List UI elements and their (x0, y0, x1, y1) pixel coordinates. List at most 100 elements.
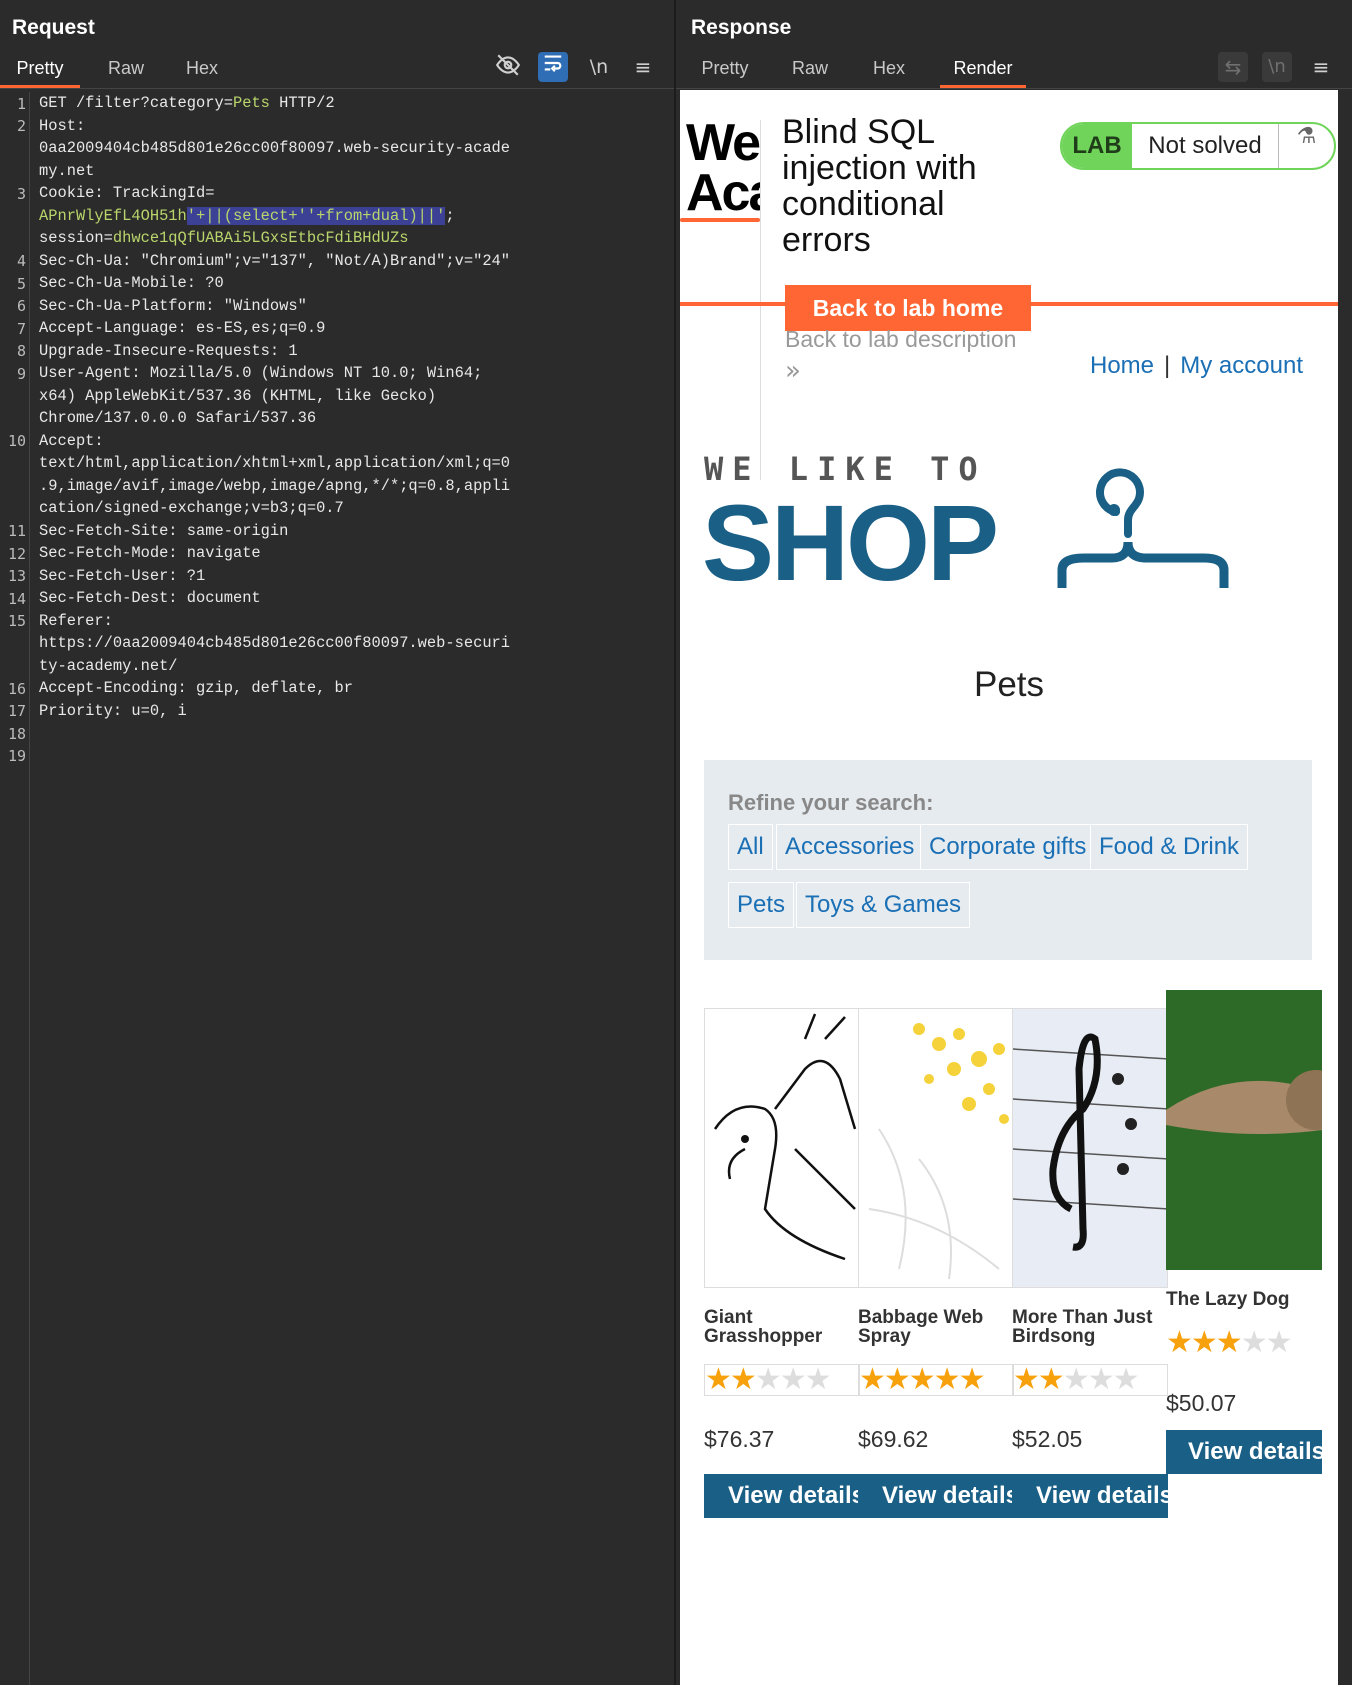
hide-icon[interactable] (493, 52, 523, 82)
lab-status-badge: LAB Not solved ⚗ (1060, 122, 1336, 170)
line-number: 3 (16, 185, 26, 203)
response-divider (676, 88, 1352, 89)
code-line: ty-academy.net/ (39, 656, 178, 675)
tab-raw[interactable]: Raw (84, 52, 168, 88)
tab-hex[interactable]: Hex (864, 52, 914, 88)
view-details-button[interactable]: View details (1012, 1474, 1168, 1518)
nav-separator: | (1164, 352, 1171, 379)
chevron-icon: » (785, 356, 801, 386)
request-divider (0, 88, 674, 89)
code-line: Sec-Fetch-User: ?1 (39, 566, 206, 585)
filter-pets[interactable]: Pets (728, 882, 795, 928)
code-line: Cookie: TrackingId= (39, 184, 215, 202)
line-gutter: 1 2 3 4 5 6 7 8 9 10 11 12 13 14 15 16 1… (0, 92, 30, 1685)
tab-pretty[interactable]: Pretty (0, 52, 80, 88)
code-line: GET /filter?category=Pets HTTP/2 (39, 92, 335, 115)
line-number: 4 (16, 252, 26, 270)
product-name: Giant Grasshopper (704, 1307, 823, 1347)
line-number: 15 (7, 612, 26, 630)
code-line: User-Agent: Mozilla/5.0 (Windows NT 10.0… (39, 364, 483, 382)
rendered-page: WeAca Blind SQL injection with condition… (680, 90, 1338, 1685)
view-details-button[interactable]: View details (704, 1474, 860, 1518)
session-value: dhwce1qQfUABAi5LGxsEtbcFdiBHdUZs (112, 229, 409, 247)
lab-label: LAB (1062, 124, 1132, 168)
nav-my-account-link[interactable]: My account (1180, 352, 1303, 379)
line-number: 10 (7, 432, 26, 450)
shop-word: SHOP (702, 482, 999, 603)
product-price: $50.07 (1166, 1390, 1237, 1416)
newline-icon[interactable]: \n (1262, 52, 1292, 82)
product-price: $52.05 (1012, 1426, 1083, 1452)
product-price: $76.37 (704, 1426, 775, 1452)
filter-all[interactable]: All (728, 824, 773, 870)
newline-icon[interactable]: \n (584, 52, 614, 82)
code-line: Referer: (39, 611, 113, 630)
product-price: $69.62 (858, 1426, 929, 1452)
cookie-separator: ; (445, 206, 455, 225)
request-editor[interactable]: 1 2 3 4 5 6 7 8 9 10 11 12 13 14 15 16 1… (0, 92, 674, 1685)
code-line: Sec-Ch-Ua-Platform: "Windows" (39, 296, 307, 315)
sql-injection-payload[interactable]: '+||(select+''+from+dual)||' (186, 206, 446, 225)
wrap-icon[interactable]: ⇆ (1218, 52, 1248, 82)
tab-hex[interactable]: Hex (172, 52, 232, 88)
back-to-lab-home-button[interactable]: Back to lab home (785, 285, 1031, 331)
menu-icon[interactable]: ≡ (1306, 52, 1336, 82)
product-name: Babbage Web Spray (858, 1307, 984, 1347)
refine-search-panel: Refine your search: All Accessories Corp… (704, 760, 1312, 960)
product-image (1166, 990, 1322, 1270)
academy-logo-underline (680, 218, 760, 222)
filter-corporate-gifts[interactable]: Corporate gifts (920, 824, 1096, 870)
code-line: text/html,application/xhtml+xml,applicat… (39, 454, 511, 472)
code-line: Chrome/137.0.0.0 Safari/537.36 (39, 409, 317, 427)
filter-toys-games[interactable]: Toys & Games (796, 882, 971, 928)
product-rating: ★★★★★ (858, 1364, 1014, 1396)
product-name: More Than Just Birdsong (1012, 1307, 1153, 1347)
tab-raw[interactable]: Raw (780, 52, 840, 88)
lab-status: Not solved (1148, 132, 1262, 159)
request-line-protocol: HTTP/2 (269, 94, 335, 112)
product-rating: ★★★★★ (1166, 1328, 1292, 1360)
view-details-button[interactable]: View details (858, 1474, 1014, 1518)
code-line: Accept: (39, 431, 104, 450)
code-line: Upgrade-Insecure-Requests: 1 (39, 341, 298, 360)
response-panel: Response Pretty Raw Hex Render ⇆ \n ≡ We… (676, 0, 1352, 1685)
request-line-method: GET /filter?category= (39, 94, 233, 112)
code-line: cation/signed-exchange;v=b3;q=0.7 (39, 499, 344, 517)
line-number: 7 (16, 320, 26, 338)
code-line: 0aa2009404cb485d801e26cc00f80097.web-sec… (39, 139, 511, 157)
product-name: The Lazy Dog (1166, 1289, 1290, 1310)
view-details-button[interactable]: View details (1166, 1430, 1322, 1474)
menu-icon[interactable]: ≡ (628, 52, 658, 82)
tab-pretty[interactable]: Pretty (690, 52, 760, 88)
filter-accessories[interactable]: Accessories (776, 824, 924, 870)
line-number: 1 (16, 95, 26, 113)
code-line: session=dhwce1qQfUABAi5LGxsEtbcFdiBHdUZs (39, 227, 408, 250)
code-line: .9,image/avif,image/webp,image/apng,*/*;… (39, 476, 511, 495)
code-line: https://0aa2009404cb485d801e26cc00f80097… (39, 634, 511, 652)
line-number: 2 (16, 117, 26, 135)
shop-logo: WE LIKE TO SHOP (702, 450, 1264, 603)
request-panel: Request Pretty Raw Hex \n ≡ 1 2 3 4 5 6 … (0, 0, 674, 1685)
filter-food-drink[interactable]: Food & Drink (1090, 824, 1249, 870)
product-rating: ★★★★★ (1012, 1364, 1168, 1396)
code-line: Sec-Fetch-Dest: document (39, 589, 261, 607)
back-to-lab-description-link[interactable]: Back to lab description (785, 326, 1016, 353)
tab-render[interactable]: Render (940, 52, 1026, 88)
wrap-icon[interactable] (538, 52, 568, 82)
line-number: 8 (16, 342, 26, 360)
academy-logo[interactable]: WeAca (686, 118, 761, 218)
request-tabs: Pretty Raw Hex (0, 52, 232, 88)
code-line: Host: (39, 116, 86, 135)
line-number: 12 (7, 545, 26, 563)
response-tabs: Pretty Raw Hex Render (690, 52, 1026, 88)
product-rating: ★★★★★ (704, 1364, 860, 1396)
line-number: 18 (7, 725, 26, 743)
request-title: Request (12, 16, 95, 39)
code-line: Priority: u=0, i (39, 701, 187, 720)
category-title: Pets (973, 665, 1045, 704)
code-line: x64) AppleWebKit/537.36 (KHTML, like Gec… (39, 386, 437, 405)
nav-home-link[interactable]: Home (1090, 352, 1154, 379)
product-image (704, 1008, 860, 1288)
hanger-icon (1057, 468, 1229, 588)
lab-title: Blind SQL injection with conditional err… (782, 113, 977, 259)
